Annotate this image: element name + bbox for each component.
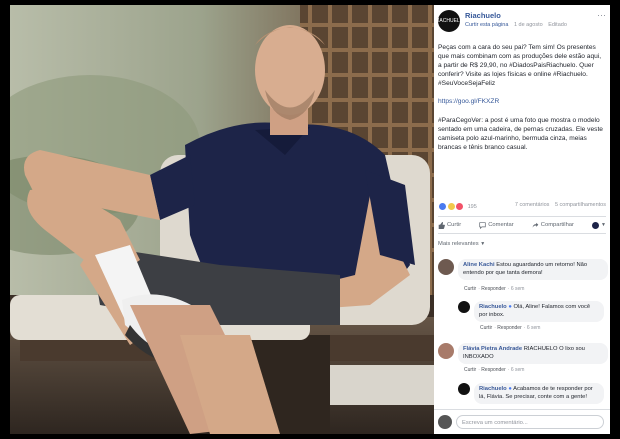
comment-author[interactable]: Flávia Pietra Andrade: [463, 346, 522, 352]
current-user-avatar: [438, 415, 452, 429]
share-count[interactable]: 5 compartilhamentos: [555, 202, 606, 208]
like-page-link[interactable]: Curtir esta página: [465, 22, 508, 28]
comment-reply: Riachuelo ● Olá, Aline! Falamos com você…: [458, 301, 606, 337]
commenter-avatar[interactable]: [438, 259, 454, 275]
comment-bubble: Flávia Pietra Andrade RIACHUELO O lixo s…: [458, 343, 608, 364]
post-meta: Curtir esta página 1 de agosto Editado: [465, 22, 571, 28]
like-button[interactable]: Curtir: [438, 221, 462, 229]
share-label: Compartilhar: [540, 222, 574, 228]
like-label: Curtir: [447, 222, 462, 228]
comment-item: Flávia Pietra Andrade RIACHUELO O lixo s…: [438, 343, 608, 381]
comment-time[interactable]: 6 sem: [511, 367, 525, 373]
post-actions: Curtir Comentar Compartilhar ▼: [438, 216, 606, 234]
post-date[interactable]: 1 de agosto: [514, 22, 543, 28]
edited-label: Editado: [548, 22, 567, 28]
comment-button[interactable]: Comentar: [479, 221, 514, 229]
post-header: RIACHUELO Riachuelo Curtir esta página 1…: [434, 10, 608, 36]
chevron-down-icon: ▼: [480, 241, 486, 247]
comment-like-link[interactable]: Curtir: [464, 367, 476, 373]
post-paragraph-2: #ParaCegoVer: a post é uma foto que most…: [438, 116, 603, 151]
page-avatar[interactable]: RIACHUELO: [434, 10, 464, 32]
post-paragraph-1: Peças com a cara do seu pai? Tem sim! Os…: [438, 44, 602, 88]
user-avatar-small: [592, 221, 600, 229]
reply-bubble: Riachuelo ● Acabamos de te responder por…: [474, 383, 604, 404]
comment-reply-link[interactable]: Responder: [481, 367, 505, 373]
share-button[interactable]: Compartilhar: [532, 222, 574, 229]
reaction-count[interactable]: 195: [468, 204, 477, 210]
post-stats: 195 7 comentários 5 compartilhamentos: [438, 202, 606, 214]
post-text: Peças com a cara do seu pai? Tem sim! Os…: [438, 43, 606, 161]
comment-composer: Escreva um comentário...: [434, 409, 610, 434]
reaction-icons[interactable]: [438, 202, 465, 211]
comment-icon: [479, 221, 486, 229]
commenter-avatar[interactable]: [438, 343, 454, 359]
love-reaction-icon: [455, 202, 465, 211]
reply-time[interactable]: 6 sem: [527, 325, 541, 331]
reply-author[interactable]: Riachuelo: [479, 386, 507, 392]
reply-reply-link[interactable]: Responder: [497, 325, 521, 331]
page-reply-avatar[interactable]: [458, 383, 470, 395]
page-name[interactable]: Riachuelo: [465, 11, 501, 20]
more-options-icon[interactable]: ⋯: [597, 10, 606, 21]
facebook-photo-viewer: RIACHUELO Riachuelo Curtir esta página 1…: [10, 5, 610, 434]
post-side-panel: RIACHUELO Riachuelo Curtir esta página 1…: [434, 5, 610, 434]
post-photo[interactable]: [10, 5, 434, 434]
reply-like-link[interactable]: Curtir: [480, 325, 492, 331]
thumbs-up-icon: [438, 221, 445, 229]
comment-label: Comentar: [488, 222, 514, 228]
comment-input[interactable]: Escreva um comentário...: [456, 415, 604, 429]
comment-filter[interactable]: Mais relevantes ▼: [438, 241, 485, 247]
comment-time[interactable]: 6 sem: [511, 286, 525, 292]
comment-reply-link[interactable]: Responder: [481, 286, 505, 292]
comment-author[interactable]: Aline Kachi: [463, 262, 495, 268]
comment-filter-label: Mais relevantes: [438, 241, 479, 247]
model-photo-illustration: [10, 5, 434, 434]
page-logo-text: RIACHUELO: [434, 18, 464, 24]
verified-icon: ●: [508, 386, 512, 392]
reply-actions: Curtir · Responder · 6 sem: [480, 325, 541, 331]
reaction-selector[interactable]: ▼: [592, 221, 606, 229]
comment-actions: Curtir · Responder · 6 sem: [464, 367, 525, 373]
chevron-down-icon: ▼: [601, 222, 606, 228]
like-reaction-icon: [438, 202, 447, 211]
verified-icon: ●: [508, 304, 512, 310]
reply-bubble: Riachuelo ● Olá, Aline! Falamos com você…: [474, 301, 604, 322]
comment-bubble: Aline Kachi Estou aguardando um retorno!…: [458, 259, 608, 280]
reply-author[interactable]: Riachuelo: [479, 304, 507, 310]
comment-actions: Curtir · Responder · 6 sem: [464, 286, 525, 292]
comment-like-link[interactable]: Curtir: [464, 286, 476, 292]
comment-item: Aline Kachi Estou aguardando um retorno!…: [438, 259, 608, 303]
comment-reply: Riachuelo ● Acabamos de te responder por…: [458, 383, 606, 409]
share-icon: [532, 222, 539, 228]
comment-count[interactable]: 7 comentários: [515, 202, 550, 208]
page-reply-avatar[interactable]: [458, 301, 470, 313]
post-link[interactable]: https://goo.gl/FKXZR: [438, 97, 606, 106]
